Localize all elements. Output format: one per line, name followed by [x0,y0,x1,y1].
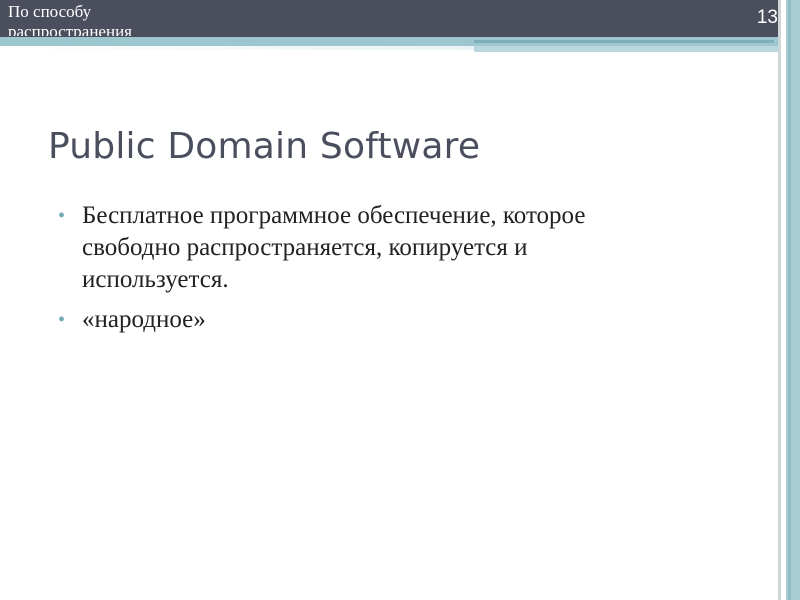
bullet-dot-icon: • [58,205,66,227]
bullet-item: • Бесплатное программное обеспечение, ко… [56,200,756,296]
bullet-text: Бесплатное программное обеспечение, кото… [82,202,586,293]
bullet-list: • Бесплатное программное обеспечение, ко… [56,200,756,344]
slide-title: Public Domain Software [48,126,481,167]
accent-stripe-fade [0,46,474,50]
accent-stripe-light [474,46,778,52]
slide-number: 13 [756,7,778,28]
section-title: По способу распространения [8,2,132,36]
bullet-dot-icon: • [58,309,66,331]
accent-stripe-inner [474,40,774,43]
bullet-text: «народное» [82,306,206,333]
slide: По способу распространения 13 Public Dom… [0,0,800,600]
header-band: По способу распространения 13 [0,0,778,37]
bullet-item: • «народное» [56,304,756,336]
right-edge-band-line [788,0,791,600]
